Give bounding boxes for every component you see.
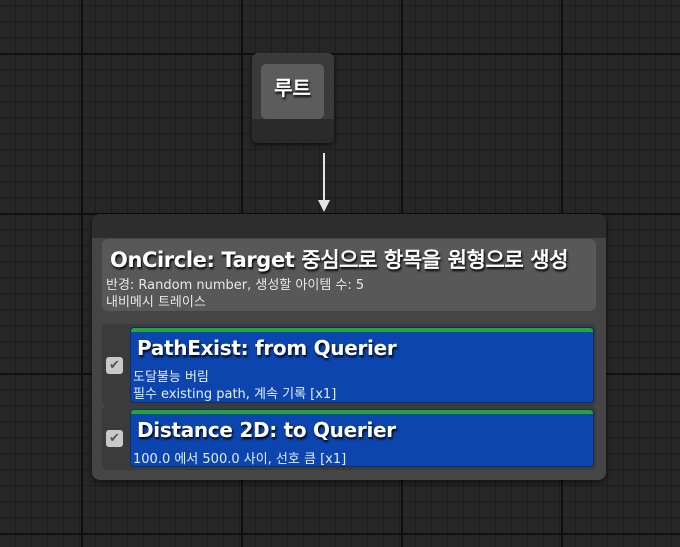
graph-canvas[interactable]: { "root": { "label": "루트" }, "generator"… bbox=[0, 0, 680, 547]
generator-node[interactable]: OnCircle: Target 중심으로 항목을 원형으로 생성 반경: Ra… bbox=[92, 214, 606, 480]
test-card[interactable]: PathExist: from Querier 도달불능 버림 필수 exist… bbox=[130, 327, 594, 403]
test-title: PathExist: from Querier bbox=[137, 336, 397, 360]
generator-trace-mode: 내비메시 트레이스 bbox=[106, 295, 206, 310]
test-title: Distance 2D: to Querier bbox=[137, 418, 396, 442]
root-node-title: 루트 bbox=[274, 76, 311, 100]
root-node-header: 루트 bbox=[261, 64, 324, 119]
generator-title: OnCircle: Target 중심으로 항목을 원형으로 생성 bbox=[110, 248, 569, 272]
root-node-output-pin[interactable] bbox=[252, 119, 334, 143]
connection-wire bbox=[323, 153, 325, 205]
test-row-distance[interactable]: ✔ Distance 2D: to Querier 100.0 에서 500.0… bbox=[102, 406, 596, 470]
test-enabled-checkbox[interactable]: ✔ bbox=[106, 357, 123, 374]
root-node[interactable]: 루트 bbox=[252, 53, 334, 143]
generator-input-pin[interactable] bbox=[92, 214, 606, 238]
generator-node-header: OnCircle: Target 중심으로 항목을 원형으로 생성 반경: Ra… bbox=[102, 239, 596, 311]
test-card[interactable]: Distance 2D: to Querier 100.0 에서 500.0 사… bbox=[130, 409, 594, 467]
test-status-bar bbox=[131, 328, 593, 332]
test-row-pathexist[interactable]: ✔ PathExist: from Querier 도달불능 버림 필수 exi… bbox=[102, 324, 596, 406]
test-description: 필수 existing path, 계속 기록 [x1] bbox=[133, 387, 337, 402]
test-description: 100.0 에서 500.0 사이, 선호 큼 [x1] bbox=[133, 452, 347, 467]
test-enabled-checkbox[interactable]: ✔ bbox=[106, 430, 123, 447]
test-status-bar bbox=[131, 410, 593, 414]
connection-arrow-icon bbox=[318, 200, 330, 212]
